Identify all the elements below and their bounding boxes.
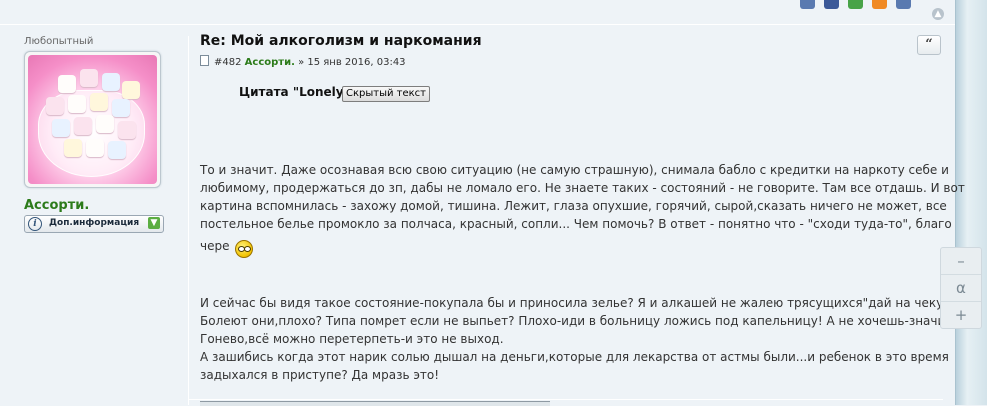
- text-line: То и значит. Даже осознавая всю свою сит…: [200, 163, 949, 177]
- meta-separator: »: [298, 57, 305, 68]
- marshmallow-shape: [74, 117, 92, 135]
- username[interactable]: Ассорти.: [24, 198, 89, 213]
- share-icon[interactable]: [800, 0, 815, 9]
- side-widget: – α +: [940, 247, 982, 329]
- text-line: любимому, продержаться до зп, дабы не ло…: [200, 181, 965, 195]
- user-rank: Любопытный: [24, 36, 94, 47]
- post-divider: [188, 36, 189, 405]
- avatar-image: [28, 55, 157, 184]
- marshmallow-shape: [118, 121, 136, 139]
- marshmallow-shape: [80, 69, 98, 87]
- share-green-icon[interactable]: [848, 0, 864, 9]
- text-line: чере: [200, 239, 230, 253]
- user-info-label: Доп.информация: [49, 218, 140, 228]
- text-line: постельное белье промокло за полчаса, кр…: [200, 217, 952, 231]
- share-blue-icon[interactable]: [896, 0, 912, 9]
- zoom-in-button[interactable]: +: [941, 302, 981, 328]
- divider: [188, 399, 943, 400]
- info-icon: i: [28, 217, 42, 231]
- text-line: Гонево,всё можно перетерпеть-и это не вы…: [200, 332, 504, 346]
- text-line-with-smiley: чере: [200, 237, 940, 258]
- post-meta: #482 Ассорти. » 15 янв 2016, 03:43: [200, 55, 406, 68]
- text-line: И сейчас бы видя такое состояние-покупал…: [200, 296, 975, 310]
- marshmallow-shape: [64, 139, 82, 157]
- post-paragraph-2: И сейчас бы видя такое состояние-покупал…: [200, 294, 975, 384]
- post-profile: Любопытный Ассорти. i Доп.информация ▼: [24, 36, 174, 233]
- quote-citation: Цитата "Lonely": [239, 85, 350, 99]
- post-author[interactable]: Ассорти.: [245, 57, 295, 68]
- quote-button[interactable]: “: [917, 35, 941, 55]
- post-title[interactable]: Re: Мой алкоголизм и наркомания: [200, 33, 940, 49]
- marshmallow-shape: [96, 115, 114, 133]
- top-arrow-icon[interactable]: ▲: [932, 8, 944, 20]
- spoiler-button[interactable]: Скрытый текст: [342, 86, 431, 102]
- post-paragraph-1: То и значит. Даже осознавая всю свою сит…: [200, 161, 965, 258]
- marshmallow-shape: [58, 75, 76, 93]
- smiley-icon: [235, 240, 254, 258]
- share-orange-icon[interactable]: [872, 0, 888, 9]
- marshmallow-shape: [86, 139, 104, 157]
- document-icon[interactable]: [200, 55, 209, 66]
- text-line: Болеют они,плохо? Типа помрет если не вы…: [200, 314, 957, 328]
- next-post-edge: [200, 401, 550, 406]
- marshmallow-shape: [52, 119, 70, 137]
- alpha-button[interactable]: α: [941, 275, 981, 302]
- marshmallow-shape: [90, 93, 108, 111]
- post-header: Re: Мой алкоголизм и наркомания #482 Асс…: [200, 33, 940, 68]
- post-date: 15 янв 2016, 03:43: [307, 57, 406, 68]
- top-bar: ▲: [0, 0, 955, 30]
- marshmallow-shape: [102, 73, 120, 91]
- marshmallow-shape: [112, 99, 130, 117]
- facebook-icon[interactable]: [824, 0, 840, 9]
- text-line: задыхался в приступе? Да мразь это!: [200, 368, 440, 382]
- marshmallow-shape: [68, 95, 86, 113]
- text-line: картина вспомнилась - захожу домой, тиши…: [200, 199, 947, 213]
- text-line: А зашибись когда этот нарик солью дышал …: [200, 350, 949, 364]
- marshmallow-shape: [46, 97, 64, 115]
- divider: [0, 24, 955, 25]
- download-arrow-icon: ▼: [148, 217, 160, 229]
- marshmallow-shape: [108, 141, 126, 159]
- avatar[interactable]: [24, 51, 161, 188]
- marshmallow-shape: [122, 81, 140, 99]
- user-info-button[interactable]: i Доп.информация ▼: [24, 215, 164, 233]
- window-frame-right: [955, 0, 987, 405]
- zoom-out-button[interactable]: –: [941, 248, 981, 275]
- share-icons: [800, 0, 915, 9]
- post-number[interactable]: #482: [214, 57, 241, 68]
